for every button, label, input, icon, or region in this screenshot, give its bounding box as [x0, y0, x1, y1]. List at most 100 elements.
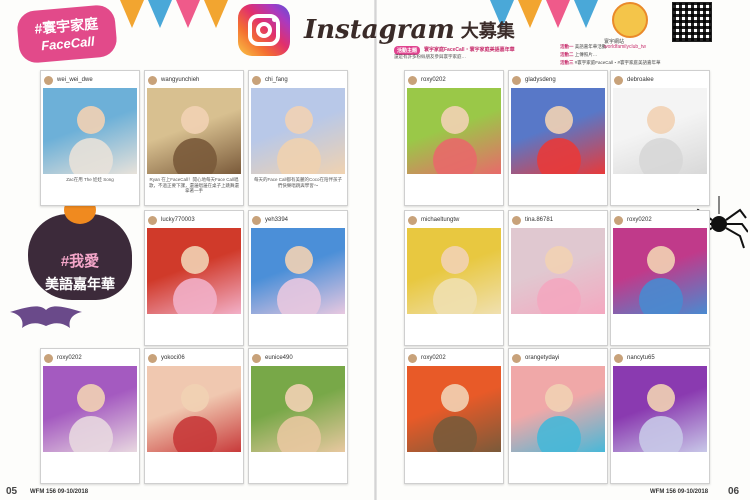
- post-photo: [511, 228, 605, 314]
- photo-figure: [77, 384, 105, 412]
- post-username: nancytu65: [627, 355, 655, 361]
- page-title: Instagram: [304, 15, 455, 45]
- post-photo: [147, 88, 241, 174]
- activity-info: 活動主題 寰宇家庭FaceCall・寰宇家庭美語嘉年華 還是有許多粉絲朋友參與寰…: [394, 44, 748, 70]
- photo-figure: [181, 384, 209, 412]
- instagram-post-card: michaeltungtw: [404, 210, 504, 346]
- post-header: gladysdeng: [512, 74, 604, 86]
- avatar: [148, 215, 157, 225]
- avatar: [614, 75, 623, 85]
- post-header: tina.86781: [512, 214, 604, 226]
- carnival-badge-line2: 美語嘉年華: [45, 276, 115, 292]
- avatar: [512, 353, 521, 363]
- photo-figure: [441, 106, 469, 134]
- instagram-post-card: roxy0202: [610, 210, 710, 346]
- post-username: eunice490: [265, 355, 293, 361]
- post-photo: [613, 228, 707, 314]
- photo-figure: [441, 246, 469, 274]
- post-photo: [613, 88, 707, 174]
- avatar: [408, 75, 417, 85]
- post-username: wangyunchieh: [161, 77, 200, 83]
- footer-right: WFM 156 09-10/2018: [650, 489, 709, 495]
- bat-icon: [10, 306, 82, 328]
- avatar: [614, 215, 623, 225]
- instagram-icon: [238, 4, 290, 56]
- photo-figure: [647, 384, 675, 412]
- post-header: roxy0202: [614, 214, 706, 226]
- post-photo: [511, 366, 605, 452]
- post-photo: [613, 366, 707, 452]
- post-username: gladysdeng: [525, 77, 556, 83]
- instagram-post-card: roxy0202: [40, 348, 140, 484]
- post-photo: [43, 366, 137, 452]
- post-username: wei_wei_dwe: [57, 77, 93, 83]
- post-photo: [407, 366, 501, 452]
- avatar: [148, 353, 157, 363]
- activity-row-1: 活動一 美語嘉年華活動: [560, 44, 607, 49]
- magazine-spread: Instagram 大募集 #寰宇家庭 FaceCall #我愛 美語嘉年華 活…: [0, 0, 750, 500]
- post-username: michaeltungtw: [421, 217, 460, 223]
- avatar: [512, 215, 521, 225]
- instagram-post-card: wangyunchieh Ryan 在上FaceCall！開心地每天Face Ca…: [144, 70, 244, 206]
- avatar: [252, 75, 261, 85]
- photo-figure: [647, 106, 675, 134]
- activity-desc: 還是有許多粉絲朋友參與寰宇家庭…: [394, 54, 466, 59]
- post-photo: [511, 88, 605, 174]
- post-photo: [43, 88, 137, 174]
- avatar: [408, 215, 417, 225]
- post-photo: [251, 88, 345, 174]
- post-username: roxy0202: [57, 355, 82, 361]
- qr-code: [672, 2, 712, 42]
- post-username: yokoci06: [161, 355, 185, 361]
- post-username: lucky770003: [161, 217, 195, 223]
- photo-figure: [441, 384, 469, 412]
- instagram-post-card: debroalee: [610, 70, 710, 206]
- page-number-right: 06: [728, 486, 740, 497]
- photo-figure: [285, 106, 313, 134]
- post-photo: [251, 366, 345, 452]
- photo-figure: [285, 246, 313, 274]
- photo-figure: [285, 384, 313, 412]
- photo-figure: [545, 106, 573, 134]
- post-header: wei_wei_dwe: [44, 74, 136, 86]
- facecall-badge: #寰宇家庭 FaceCall: [15, 3, 119, 65]
- post-header: orangetydayi: [512, 352, 604, 364]
- post-photo: [147, 228, 241, 314]
- avatar: [252, 353, 261, 363]
- avatar: [252, 215, 261, 225]
- carnival-badge-line1: #我愛: [60, 253, 100, 270]
- post-photo: [407, 88, 501, 174]
- carnival-badge: #我愛 美語嘉年華: [28, 214, 132, 300]
- photo-figure: [181, 246, 209, 274]
- post-header: yeh3394: [252, 214, 344, 226]
- post-header: roxy0202: [408, 74, 500, 86]
- footer-left: WFM 156 09-10/2018: [30, 489, 89, 495]
- avatar: [148, 75, 157, 85]
- avatar: [44, 75, 53, 85]
- post-username: roxy0202: [421, 355, 446, 361]
- instagram-post-card: roxy0202: [404, 348, 504, 484]
- activity-row-3: 活動三 #寰宇家庭FaceCall・#寰宇家庭美語嘉年華: [560, 60, 661, 65]
- avatar: [44, 353, 53, 363]
- instagram-post-card: tina.86781: [508, 210, 608, 346]
- instagram-post-card: eunice490: [248, 348, 348, 484]
- avatar: [512, 75, 521, 85]
- post-header: eunice490: [252, 352, 344, 364]
- mascot-logo: [612, 2, 648, 38]
- post-header: roxy0202: [408, 352, 500, 364]
- photo-figure: [181, 106, 209, 134]
- post-caption: 每天的Face Call都有美麗的Coco在陪伴孩子們快樂唱跳與學習～: [253, 177, 342, 188]
- page-number-left: 05: [6, 486, 18, 497]
- instagram-post-card: lucky770003: [144, 210, 244, 346]
- instagram-post-card: chi_fang 每天的Face Call都有美麗的Coco在陪伴孩子們快樂唱跳與…: [248, 70, 348, 206]
- photo-figure: [545, 384, 573, 412]
- post-username: roxy0202: [421, 77, 446, 83]
- post-photo: [407, 228, 501, 314]
- instagram-post-card: gladysdeng: [508, 70, 608, 206]
- mascot-url: worldfamilyclub_tw: [604, 44, 646, 50]
- instagram-post-card: orangetydayi: [508, 348, 608, 484]
- post-username: chi_fang: [265, 77, 288, 83]
- photo-figure: [77, 106, 105, 134]
- post-caption: Ryan 在上FaceCall！開心地每天Face Call唱歌，不過正要下課，…: [149, 177, 239, 193]
- photo-figure: [545, 246, 573, 274]
